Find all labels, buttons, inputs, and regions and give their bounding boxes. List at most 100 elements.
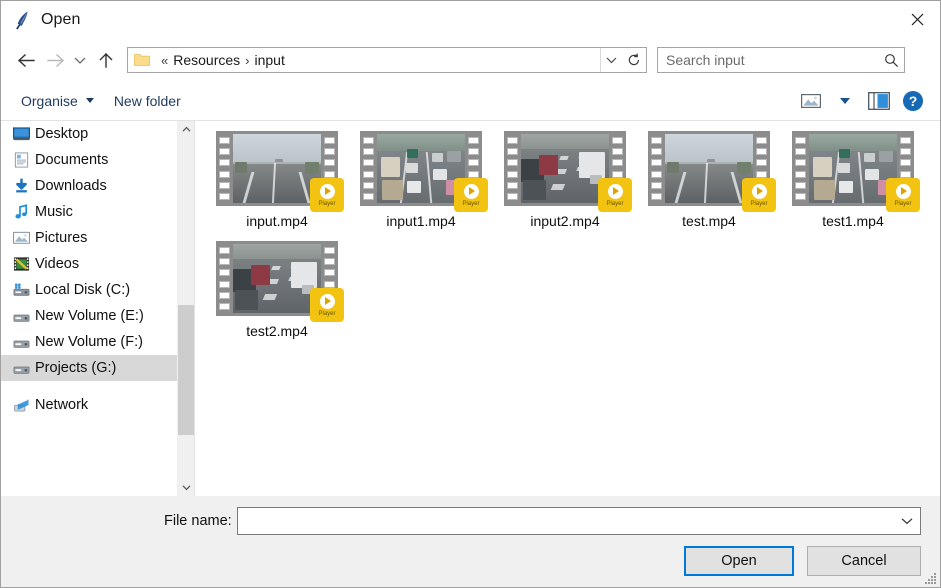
player-overlay-icon: Player (742, 178, 776, 212)
scrollbar-thumb[interactable] (178, 305, 195, 435)
search-button[interactable] (878, 48, 904, 72)
view-options-dropdown[interactable] (828, 86, 862, 116)
open-button-label: Open (721, 553, 757, 569)
back-button[interactable] (11, 45, 41, 75)
refresh-button[interactable] (622, 48, 646, 72)
film-perforation (756, 137, 767, 145)
navigation-pane-scrollbar[interactable] (177, 121, 195, 496)
film-perforation (795, 148, 806, 156)
player-overlay-icon: Player (310, 288, 344, 322)
play-triangle-icon (757, 187, 763, 195)
file-item[interactable]: Player test.mp4 (637, 127, 781, 237)
film-perforation (507, 148, 518, 156)
sidebar-item-label: Music (35, 204, 73, 220)
network-icon (14, 399, 29, 412)
filename-dropdown-button[interactable] (894, 508, 920, 534)
caret-down-icon (840, 97, 850, 104)
up-one-level-button[interactable] (91, 45, 121, 75)
sidebar-item-downloads[interactable]: Downloads (1, 173, 177, 199)
file-item[interactable]: Player test2.mp4 (205, 237, 349, 347)
breadcrumb-item-resources[interactable]: Resources (173, 52, 240, 68)
open-button[interactable]: Open (684, 546, 794, 576)
film-perforation (468, 170, 479, 178)
close-button[interactable] (894, 1, 940, 38)
breadcrumb-item-input[interactable]: input (255, 52, 285, 68)
play-triangle-icon (901, 187, 907, 195)
film-perforation (219, 280, 230, 288)
recent-locations-button[interactable] (69, 45, 91, 75)
file-item[interactable]: Player input1.mp4 (349, 127, 493, 237)
file-thumbnail: Player (648, 131, 776, 212)
film-perforation (468, 159, 479, 167)
organise-label: Organise (21, 92, 78, 109)
file-item[interactable]: Player test1.mp4 (781, 127, 925, 237)
film-perforation (219, 170, 230, 178)
filename-input[interactable] (238, 512, 894, 530)
sidebar-item-label: Desktop (35, 126, 89, 142)
preview-pane-button[interactable] (862, 86, 896, 116)
sidebar-item-label: Videos (35, 256, 80, 272)
filename-combobox[interactable] (237, 507, 921, 535)
search-box[interactable] (657, 47, 905, 73)
file-item[interactable]: Player input.mp4 (205, 127, 349, 237)
desktop-icon (13, 127, 30, 141)
dialog-footer: File name: Open Cancel (1, 496, 940, 587)
film-perforations-left (216, 241, 233, 316)
play-circle-icon (319, 293, 335, 309)
scroll-up-button[interactable] (178, 121, 195, 138)
video-frame-preview (377, 134, 465, 203)
file-name-label: input.mp4 (246, 213, 308, 229)
chevron-down-icon (606, 57, 617, 64)
film-perforation (900, 137, 911, 145)
breadcrumb-overflow[interactable]: « (156, 53, 173, 68)
sidebar-item-projects-g[interactable]: Projects (G:) (1, 355, 177, 381)
film-perforation (756, 159, 767, 167)
resize-grip-icon[interactable] (924, 572, 937, 585)
organise-button[interactable]: Organise (11, 86, 104, 116)
file-name-label: test.mp4 (682, 213, 736, 229)
caret-down-icon (85, 98, 94, 103)
help-button[interactable]: ? (896, 86, 930, 116)
search-input[interactable] (658, 51, 878, 69)
address-dropdown-button[interactable] (600, 48, 622, 72)
videos-icon (13, 257, 30, 271)
breadcrumb-separator[interactable]: › (240, 53, 254, 68)
sidebar-item-music[interactable]: Music (1, 199, 177, 225)
sidebar-item-documents[interactable]: Documents (1, 147, 177, 173)
sidebar-item-new-volume-e[interactable]: New Volume (E:) (1, 303, 177, 329)
forward-button[interactable] (41, 45, 69, 75)
sidebar-list: Desktop Documents Downloads Music Pictures Vi… (1, 121, 177, 418)
sidebar-item-desktop[interactable]: Desktop (1, 121, 177, 147)
sidebar-item-videos[interactable]: Videos (1, 251, 177, 277)
video-frame-preview (233, 134, 321, 203)
view-options-button[interactable] (794, 86, 828, 116)
address-bar[interactable]: « Resources › input (127, 47, 647, 73)
sidebar-item-network[interactable]: Network (1, 392, 177, 418)
film-perforation (219, 291, 230, 299)
title-bar: Open (1, 1, 940, 39)
close-icon (911, 13, 923, 26)
folder-icon (134, 54, 150, 66)
film-perforation (900, 170, 911, 178)
sidebar-item-pictures[interactable]: Pictures (1, 225, 177, 251)
scroll-down-button[interactable] (178, 479, 195, 496)
file-item[interactable]: Player input2.mp4 (493, 127, 637, 237)
file-name-label: input1.mp4 (386, 213, 456, 229)
film-perforation (219, 137, 230, 145)
film-perforation (219, 159, 230, 167)
play-circle-icon (895, 183, 911, 199)
navigation-pane[interactable]: Desktop Documents Downloads Music Pictures Vi… (1, 121, 177, 496)
cancel-button[interactable]: Cancel (807, 546, 921, 576)
sidebar-item-label: Pictures (35, 230, 88, 246)
film-perforation (651, 192, 662, 200)
new-folder-button[interactable]: New folder (104, 86, 191, 116)
open-file-dialog: Open « Resources › input Search input Or… (0, 0, 941, 588)
sidebar-item-label: New Volume (E:) (35, 308, 144, 324)
sidebar-item-new-volume-f[interactable]: New Volume (F:) (1, 329, 177, 355)
film-perforations-left (216, 131, 233, 206)
file-list-view[interactable]: Player input.mp4 Player input1.mp4 Player inp… (195, 121, 940, 496)
drive-icon (13, 366, 30, 374)
sidebar-item-label: Documents (35, 152, 109, 168)
sidebar-item-local-disk-c[interactable]: Local Disk (C:) (1, 277, 177, 303)
music-icon (15, 204, 28, 219)
